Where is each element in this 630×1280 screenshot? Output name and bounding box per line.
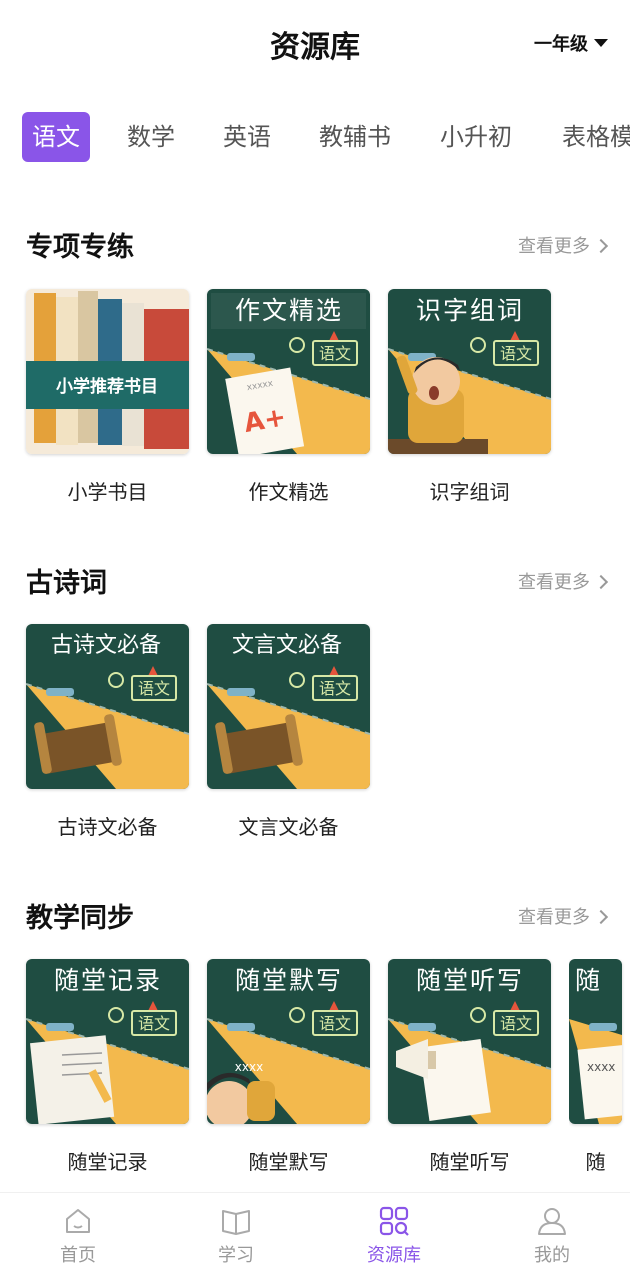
literacy-cover: 识字组词 语文 bbox=[388, 289, 551, 454]
book-list-cover: 小学推荐书目 bbox=[26, 289, 189, 454]
user-icon bbox=[538, 1208, 566, 1235]
subject-badge: 语文 bbox=[500, 1014, 532, 1033]
nav-label: 首页 bbox=[60, 1245, 96, 1266]
section-title-class-sync: 教学同步 bbox=[26, 903, 134, 934]
card-label: 作文精选 bbox=[248, 480, 329, 504]
class-listening-cover: 随堂听写 语文 bbox=[388, 959, 551, 1124]
composition-cover: 作文精选 语文 xxxxx A+ bbox=[207, 289, 370, 454]
resource-card[interactable]: 识字组词 语文 识字组词 bbox=[388, 289, 551, 505]
subject-badge: 语文 bbox=[138, 1014, 170, 1033]
see-more-label: 查看更多 bbox=[518, 907, 590, 928]
nav-resources[interactable]: 资源库 bbox=[344, 1205, 444, 1267]
tab-chinese[interactable]: 语文 bbox=[22, 112, 90, 162]
subject-tabs: 语文 数学 英语 教辅书 小升初 表格模 bbox=[0, 112, 630, 166]
nav-label: 我的 bbox=[534, 1245, 570, 1266]
cover-title: 识字组词 bbox=[416, 296, 524, 325]
card-label: 小学书目 bbox=[67, 480, 148, 504]
card-label: 文言文必备 bbox=[238, 815, 339, 839]
card-label: 古诗文必备 bbox=[57, 815, 158, 839]
classical-poetry-cover: 古诗文必备 语文 bbox=[26, 624, 189, 789]
section-title-special-practice: 专项专练 bbox=[26, 232, 134, 263]
class-dictation-cover: 随堂默写 语文 xxxx bbox=[207, 959, 370, 1124]
board-text: xxxx bbox=[235, 1060, 263, 1074]
cover-title: 作文精选 bbox=[235, 296, 343, 325]
nav-label: 学习 bbox=[218, 1245, 254, 1266]
book-icon bbox=[222, 1210, 250, 1235]
cover-title: 文言文必备 bbox=[232, 633, 342, 658]
nav-study[interactable]: 学习 bbox=[186, 1205, 286, 1267]
section-title-classical-poetry: 古诗词 bbox=[26, 568, 107, 599]
cover-title: 古诗文必备 bbox=[51, 633, 161, 658]
resource-card[interactable]: 作文精选 语文 xxxxx A+ 作文精选 bbox=[207, 289, 370, 505]
paper-text: xxxx bbox=[587, 1060, 615, 1074]
card-label: 随堂记录 bbox=[67, 1150, 148, 1174]
resource-card[interactable]: 古诗文必备 语文 古诗文必备 bbox=[26, 624, 189, 840]
resource-card[interactable]: 随 xxxx 随 bbox=[569, 959, 630, 1175]
resource-card[interactable]: 文言文必备 语文 文言文必备 bbox=[207, 624, 370, 840]
home-icon bbox=[66, 1209, 90, 1233]
card-label: 随堂听写 bbox=[429, 1150, 510, 1174]
nav-profile[interactable]: 我的 bbox=[502, 1205, 602, 1267]
tab-middle-school-prep[interactable]: 小升初 bbox=[440, 112, 512, 162]
tab-forms[interactable]: 表格模 bbox=[562, 112, 630, 162]
resource-card[interactable]: 小学推荐书目 小学书目 bbox=[26, 289, 189, 505]
class-notes-cover: 随堂记录 语文 bbox=[26, 959, 189, 1124]
resource-card[interactable]: 随堂默写 语文 xxxx 随堂默写 bbox=[207, 959, 370, 1175]
cover-title: 随 bbox=[575, 966, 600, 995]
subject-badge: 语文 bbox=[319, 344, 351, 363]
caret-down-icon bbox=[594, 39, 608, 47]
grade-selector[interactable]: 一年级 bbox=[534, 30, 608, 56]
resource-card[interactable]: 随堂听写 语文 随堂听写 bbox=[388, 959, 551, 1175]
subject-badge: 语文 bbox=[319, 679, 351, 698]
resource-card[interactable]: 随堂记录 语文 随堂记录 bbox=[26, 959, 189, 1175]
card-label: 随堂默写 bbox=[248, 1150, 329, 1174]
see-more-link[interactable]: 查看更多 bbox=[518, 903, 609, 929]
card-label: 识字组词 bbox=[429, 480, 510, 504]
chevron-right-icon bbox=[593, 574, 609, 589]
subject-badge: 语文 bbox=[319, 1014, 351, 1033]
see-more-link[interactable]: 查看更多 bbox=[518, 568, 609, 594]
grid-search-icon bbox=[379, 1206, 409, 1236]
chevron-right-icon bbox=[593, 909, 609, 924]
see-more-label: 查看更多 bbox=[518, 236, 590, 257]
bottom-nav: 首页 学习 资源库 我的 bbox=[0, 1192, 630, 1280]
tab-english[interactable]: 英语 bbox=[223, 112, 271, 162]
subject-badge: 语文 bbox=[138, 679, 170, 698]
tab-math[interactable]: 数学 bbox=[127, 112, 175, 162]
nav-home[interactable]: 首页 bbox=[28, 1205, 128, 1267]
card-label: 随 bbox=[585, 1150, 606, 1174]
see-more-label: 查看更多 bbox=[518, 572, 590, 593]
cover-title: 随堂默写 bbox=[235, 966, 343, 995]
classical-prose-cover: 文言文必备 语文 bbox=[207, 624, 370, 789]
nav-label: 资源库 bbox=[367, 1245, 421, 1266]
banner-text: 小学推荐书目 bbox=[56, 376, 158, 397]
cover-title: 随堂听写 bbox=[416, 966, 524, 995]
grade-label: 一年级 bbox=[534, 34, 588, 55]
subject-badge: 语文 bbox=[500, 344, 532, 363]
cover-title: 随堂记录 bbox=[54, 966, 162, 995]
header: 资源库 一年级 bbox=[0, 0, 630, 90]
tab-supplementary[interactable]: 教辅书 bbox=[319, 112, 391, 162]
chevron-right-icon bbox=[593, 238, 609, 253]
class-resource-cover: 随 xxxx bbox=[569, 959, 622, 1124]
see-more-link[interactable]: 查看更多 bbox=[518, 232, 609, 258]
